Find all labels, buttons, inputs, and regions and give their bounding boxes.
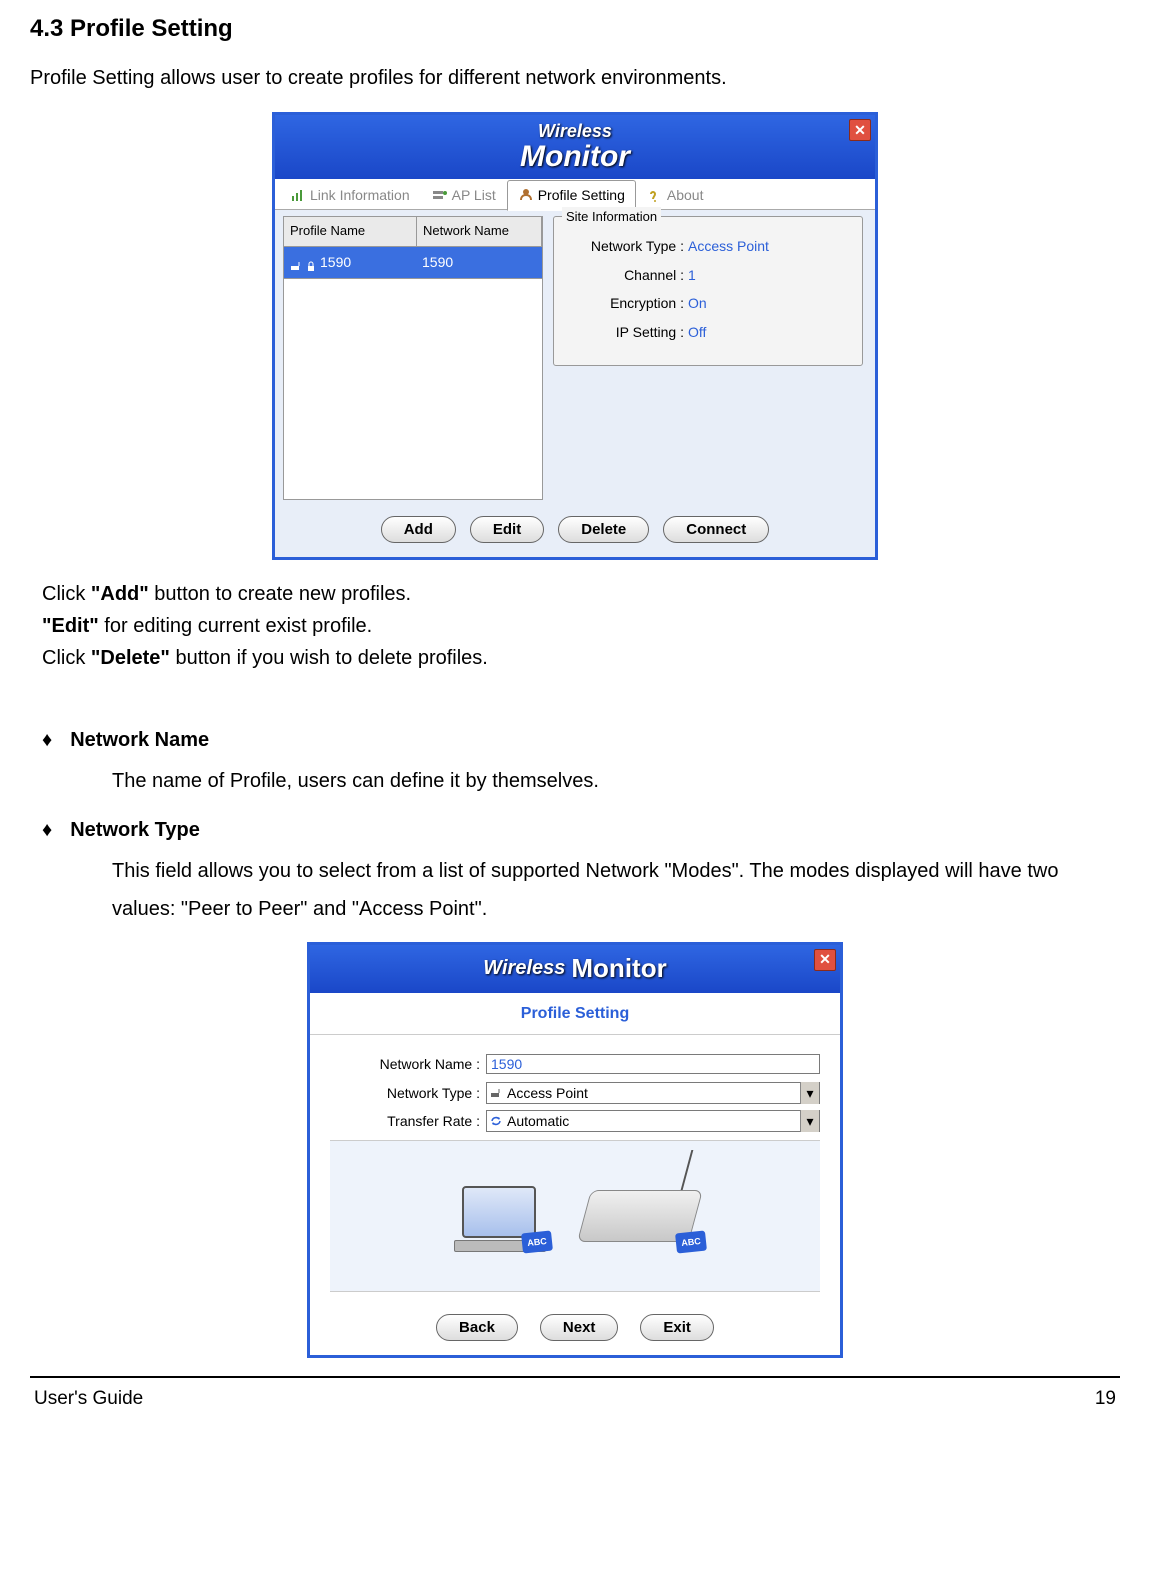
bullet-network-name: Network Name [70,729,209,751]
chevron-down-icon[interactable]: ▾ [800,1082,819,1104]
logo-bottom: Monitor [520,141,630,173]
titlebar: Wireless Monitor ✕ [310,945,840,993]
label-channel: Channel : [564,264,688,286]
network-type-dropdown[interactable]: Access Point ▾ [486,1082,820,1104]
abc-badge: ABC [675,1231,707,1254]
wireless-monitor-window: Wireless Monitor ✕ Link Information AP L… [272,112,878,559]
tab-label: AP List [452,184,496,206]
router-icon: ABC [584,1190,696,1242]
tab-label: Link Information [310,184,410,206]
tab-profile-setting[interactable]: Profile Setting [507,180,636,210]
dropdown-value: Automatic [505,1110,800,1132]
dialog-subtitle: Profile Setting [310,993,840,1036]
abc-badge: ABC [521,1231,553,1254]
add-button[interactable]: Add [381,516,456,543]
list-empty-area [283,279,543,500]
laptop-icon: ABC [454,1186,544,1246]
tab-label: About [667,184,704,206]
bullet-icon: ♦ [42,819,52,841]
label-encryption: Encryption : [564,292,688,314]
footer-left: User's Guide [34,1384,143,1414]
value-ip-setting: Off [688,321,706,343]
signal-icon [290,187,306,203]
about-icon [647,187,663,203]
profile-setting-dialog: Wireless Monitor ✕ Profile Setting Netwo… [307,942,843,1359]
connect-button[interactable]: Connect [663,516,769,543]
logo-top: Wireless [520,122,630,141]
close-icon[interactable]: ✕ [849,119,871,141]
app-logo: Wireless Monitor [520,122,630,172]
site-information-group: Site Information Network Type :Access Po… [553,216,863,366]
cell-profile-name: 1590 [320,251,351,273]
section-heading: 4.3 Profile Setting [30,10,1120,48]
ap-icon [487,1087,505,1099]
dropdown-value: Access Point [505,1082,800,1104]
tab-ap-list[interactable]: AP List [421,180,507,210]
label-network-type: Network Type : [330,1082,486,1104]
table-row[interactable]: 1590 1590 [283,247,543,278]
automatic-icon [487,1115,505,1127]
tab-link-information[interactable]: Link Information [279,180,421,210]
chevron-down-icon[interactable]: ▾ [800,1110,819,1132]
bullet-icon: ♦ [42,729,52,751]
ap-icon [290,256,302,268]
app-logo: Wireless Monitor [483,955,666,982]
page-number: 19 [1095,1384,1116,1414]
group-legend: Site Information [562,207,661,228]
column-profile-name[interactable]: Profile Name [284,217,417,246]
illustration: ABC ABC [330,1140,820,1292]
titlebar: Wireless Monitor ✕ [275,115,875,179]
intro-text: Profile Setting allows user to create pr… [30,62,1120,94]
cell-network-name: 1590 [416,247,542,277]
profile-icon [518,187,534,203]
transfer-rate-dropdown[interactable]: Automatic ▾ [486,1110,820,1132]
next-button[interactable]: Next [540,1314,619,1341]
close-icon[interactable]: ✕ [814,949,836,971]
network-name-input[interactable] [486,1054,820,1074]
back-button[interactable]: Back [436,1314,518,1341]
lock-icon [305,256,317,268]
paragraph-add: Click "Add" button to create new profile… [42,578,1120,610]
value-encryption: On [688,292,707,314]
ap-list-icon [432,187,448,203]
label-transfer-rate: Transfer Rate : [330,1110,486,1132]
bullet-network-name-body: The name of Profile, users can define it… [112,762,1120,800]
tab-label: Profile Setting [538,184,625,206]
delete-button[interactable]: Delete [558,516,649,543]
exit-button[interactable]: Exit [640,1314,714,1341]
column-network-name[interactable]: Network Name [417,217,542,246]
edit-button[interactable]: Edit [470,516,544,543]
bullet-network-type-body: This field allows you to select from a l… [112,852,1120,928]
tab-about[interactable]: About [636,180,715,210]
label-network-type: Network Type : [564,235,688,257]
tab-bar: Link Information AP List Profile Setting… [275,179,875,210]
label-ip-setting: IP Setting : [564,321,688,343]
paragraph-delete: Click "Delete" button if you wish to del… [42,642,1120,674]
paragraph-edit: "Edit" for editing current exist profile… [42,610,1120,642]
label-network-name: Network Name : [330,1053,486,1075]
profile-list: Profile Name Network Name 1590 1590 [283,216,543,499]
footer-divider [30,1376,1120,1378]
value-channel: 1 [688,264,696,286]
value-network-type: Access Point [688,235,769,257]
bullet-network-type: Network Type [70,819,200,841]
